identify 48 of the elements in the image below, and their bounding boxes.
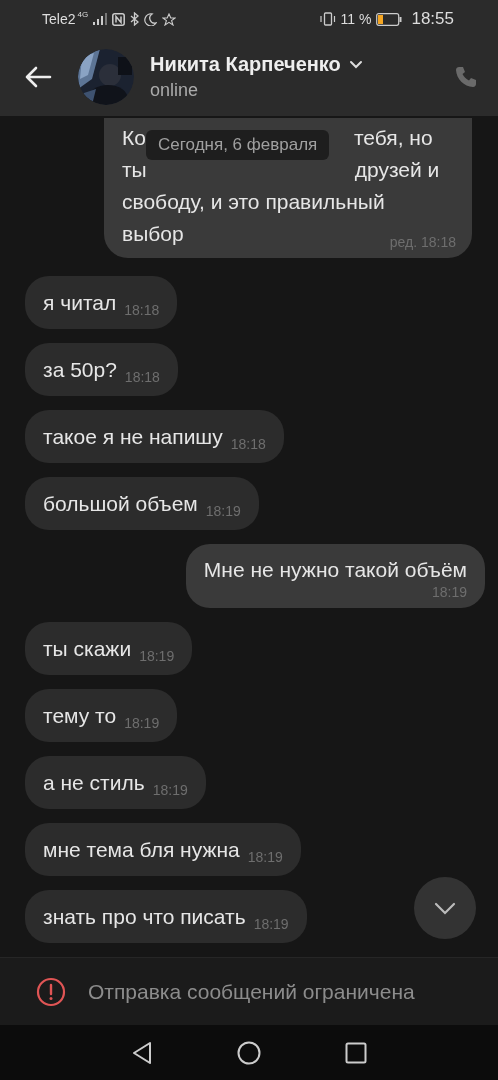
message-text: знать про что писать: [43, 904, 246, 929]
vibrate-icon: [319, 12, 336, 26]
message-text: Ко: [122, 125, 146, 151]
restriction-message: Отправка сообщений ограничена: [88, 979, 415, 1004]
message-text: выбор: [122, 221, 184, 247]
nfc-icon: [112, 12, 126, 26]
message-time: 18:19: [253, 916, 289, 932]
chevron-down-icon: [434, 901, 456, 915]
battery-percent: 11 %: [340, 11, 372, 27]
contact-name[interactable]: Никита Карпеченко: [150, 53, 341, 76]
home-icon[interactable]: [237, 1040, 261, 1065]
message-text: друзей и: [354, 157, 440, 183]
signal-icon: [93, 13, 108, 25]
message-time: 18:18: [230, 436, 266, 452]
warning-icon: [36, 976, 66, 1007]
date-label: Сегодня, 6 февраля: [146, 130, 330, 160]
message-time: 18:19: [205, 503, 241, 519]
message-text: такое я не напишу: [43, 424, 223, 449]
message-text: а не стиль: [43, 770, 145, 795]
clock-time: 18:55: [411, 9, 454, 29]
moon-icon: [144, 12, 158, 26]
message-time: 18:19: [152, 782, 188, 798]
message-text: тебя, но: [353, 125, 433, 151]
back-icon[interactable]: [131, 1040, 153, 1065]
contact-status: online: [150, 80, 200, 101]
message-text: свободу, и это правильный: [122, 189, 385, 215]
star-icon: [162, 12, 177, 26]
message-time: 18:19: [124, 715, 160, 731]
message-text: ты: [122, 157, 147, 183]
message-time: 18:18: [124, 302, 160, 318]
message-text: за 50р?: [43, 357, 117, 382]
message-time: 18:19: [139, 648, 175, 664]
phone-icon[interactable]: [454, 65, 478, 89]
message-text: тему то: [43, 703, 117, 728]
message-text: ты скажи: [43, 636, 132, 661]
back-arrow-icon[interactable]: [24, 65, 52, 89]
message-text: я читал: [43, 290, 117, 315]
carrier-name: Tele2: [42, 11, 76, 27]
message-text: большой объем: [43, 491, 198, 516]
network-type: 4G: [77, 10, 89, 19]
message-time: 18:19: [247, 849, 283, 865]
bluetooth-icon: [130, 12, 140, 26]
message-text: Мне не нужно такой объём: [203, 557, 467, 583]
message-time: 18:18: [124, 369, 160, 385]
chevron-down-icon[interactable]: [348, 60, 363, 69]
battery-icon: [376, 12, 403, 26]
message-text: мне тема бля нужна: [43, 837, 240, 862]
recent-apps-icon[interactable]: [345, 1041, 367, 1064]
